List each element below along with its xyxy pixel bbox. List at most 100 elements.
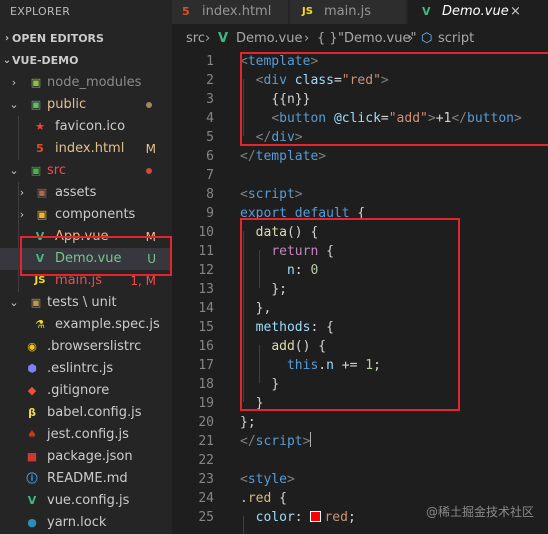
tree-item-tests-unit[interactable]: ⌄ ▣ tests \ unit	[0, 292, 172, 314]
eslint-icon: ⬢	[27, 362, 37, 375]
project-section[interactable]: ⌄ VUE-DEMO	[0, 52, 172, 70]
tree-item-node-modules[interactable]: › ▣ node_modules	[0, 72, 172, 94]
src-folder-icon: ▣	[30, 164, 42, 177]
tree-item-demo-vue[interactable]: V Demo.vue U	[0, 248, 172, 270]
code-line: 1 <template>	[206, 54, 319, 69]
folder-icon: ▣	[30, 296, 42, 309]
components-folder-icon: ▣	[36, 208, 48, 221]
code-line: 14 },	[198, 301, 272, 316]
tree-item-assets[interactable]: › ▣ assets	[0, 182, 172, 204]
tree-item-favicon[interactable]: ★ favicon.ico	[0, 116, 172, 138]
jest-icon: ♠	[27, 428, 37, 441]
code-line: 22	[198, 453, 214, 468]
code-line: 15 methods: {	[198, 320, 334, 335]
info-icon: ⓘ	[26, 472, 38, 485]
tab-bar: 5 index.html JS main.js V Demo.vue ×	[172, 0, 548, 24]
code-line: 5 </div>	[206, 130, 303, 145]
chevron-down-icon: ⌄	[9, 296, 19, 309]
code-line: 6 </template>	[206, 149, 327, 164]
tree-item-eslintrc[interactable]: ⬢ .eslintrc.js	[0, 358, 172, 380]
explorer-title: EXPLORER	[10, 5, 71, 18]
code-line: 20};	[198, 415, 256, 430]
vue-config-icon: V	[27, 494, 37, 507]
code-line: 10 data() {	[198, 225, 319, 240]
close-icon[interactable]: ×	[510, 0, 521, 24]
chevron-down-icon: ⌄	[9, 164, 19, 177]
assets-folder-icon: ▣	[36, 186, 48, 199]
vue-file-icon: V	[35, 230, 45, 243]
vue-file-icon: V	[35, 252, 45, 265]
tree-item-yarn-lock[interactable]: ● yarn.lock	[0, 512, 172, 534]
status-badge: M	[145, 142, 156, 156]
node-folder-icon: ▣	[30, 76, 42, 89]
chevron-right-icon: ›	[408, 31, 414, 46]
tab-index-html[interactable]: 5 index.html	[172, 0, 288, 24]
breadcrumb-file[interactable]: Demo.vue	[236, 28, 302, 50]
breadcrumb: src › V Demo.vue › { } "Demo.vue" › ⬡ sc…	[172, 28, 548, 50]
braces-icon: { }	[317, 31, 338, 46]
chevron-down-icon: ⌄	[9, 98, 19, 111]
breadcrumb-symbol[interactable]: "Demo.vue"	[338, 28, 416, 50]
browserslist-icon: ◉	[27, 340, 37, 353]
breadcrumb-section[interactable]: script	[438, 28, 474, 50]
error-dot-icon	[146, 168, 152, 174]
tree-item-app-vue[interactable]: V App.vue M	[0, 226, 172, 248]
babel-icon: β	[28, 406, 36, 419]
text-cursor	[310, 432, 312, 447]
git-icon: ◆	[27, 384, 37, 397]
tree-item-main-js[interactable]: JS main.js 1, M	[0, 270, 172, 292]
code-line: 8 <script>	[206, 187, 303, 202]
symbol-icon: ⬡	[421, 31, 433, 46]
public-folder-icon: ▣	[30, 98, 42, 111]
chevron-down-icon: ⌄	[2, 55, 12, 66]
code-line: 7	[206, 168, 214, 183]
tree-item-src[interactable]: ⌄ ▣ src	[0, 160, 172, 182]
tree-item-components[interactable]: › ▣ components	[0, 204, 172, 226]
status-badge: M	[145, 230, 156, 244]
chevron-right-icon: ›	[19, 186, 25, 199]
code-line: 13 };	[198, 282, 287, 297]
code-line: 18 }	[198, 377, 280, 392]
code-line: 4 <button @click="add">+1</button>	[206, 111, 522, 126]
tree-item-package-json[interactable]: ■ package.json	[0, 446, 172, 468]
code-line: 17 this.n += 1;	[198, 358, 381, 373]
tree-item-vue-config[interactable]: V vue.config.js	[0, 490, 172, 512]
code-line: 12 n: 0	[198, 263, 319, 278]
npm-icon: ■	[26, 450, 38, 463]
open-editors-section[interactable]: › OPEN EDITORS	[0, 30, 172, 48]
html-file-icon: 5	[182, 5, 190, 18]
tree-item-jest-config[interactable]: ♠ jest.config.js	[0, 424, 172, 446]
tree-item-babel-config[interactable]: β babel.config.js	[0, 402, 172, 424]
tab-demo-vue[interactable]: V Demo.vue ×	[408, 0, 548, 24]
favicon-icon: ★	[35, 120, 45, 133]
code-line: 23 <style>	[198, 472, 295, 487]
js-file-icon: JS	[34, 275, 46, 286]
chevron-right-icon: ›	[11, 76, 17, 89]
chevron-right-icon: ›	[205, 31, 211, 46]
tree-item-browserslistrc[interactable]: ◉ .browserslistrc	[0, 336, 172, 358]
tab-main-js[interactable]: JS main.js	[290, 0, 406, 24]
test-file-icon: ⚗	[35, 318, 45, 331]
modified-dot-icon	[146, 102, 152, 108]
breadcrumb-src[interactable]: src	[186, 28, 205, 50]
chevron-right-icon: ›	[304, 31, 310, 46]
vue-file-icon: V	[218, 31, 229, 46]
status-badge: 1, M	[130, 274, 156, 288]
tree-item-public[interactable]: ⌄ ▣ public	[0, 94, 172, 116]
watermark: @稀土掘金技术社区	[425, 505, 534, 519]
js-file-icon: JS	[302, 6, 313, 17]
status-badge: U	[147, 252, 156, 266]
color-swatch-icon[interactable]	[310, 511, 322, 522]
yarn-icon: ●	[27, 516, 37, 529]
code-line: 19 }	[198, 396, 264, 411]
code-editor[interactable]: 1 <template> 2 <div class="red"> 3 {{n}} …	[172, 50, 548, 534]
code-line: 21 </script>	[198, 432, 312, 449]
vue-file-icon: V	[422, 5, 431, 18]
chevron-right-icon: ›	[19, 208, 25, 221]
html-file-icon: 5	[36, 142, 44, 155]
code-line: 3 {{n}}	[206, 92, 311, 107]
tree-item-index-html[interactable]: 5 index.html M	[0, 138, 172, 160]
tree-item-example-spec[interactable]: ⚗ example.spec.js	[0, 314, 172, 336]
tree-item-readme[interactable]: ⓘ README.md	[0, 468, 172, 490]
tree-item-gitignore[interactable]: ◆ .gitignore	[0, 380, 172, 402]
